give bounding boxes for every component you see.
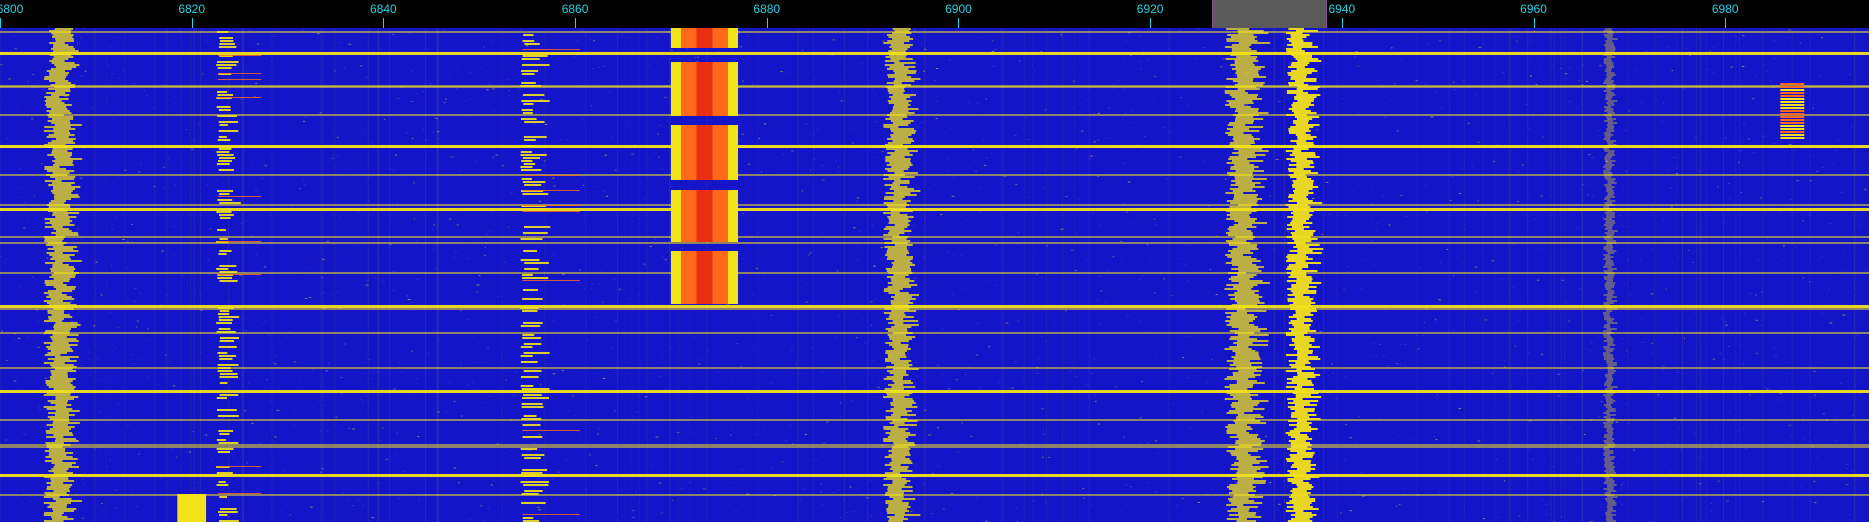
signal-6873-strong <box>670 28 739 304</box>
passband-marker[interactable] <box>1212 0 1328 28</box>
tick-mark-6800 <box>0 18 1 28</box>
signal-6823-bottom-burst <box>177 494 207 522</box>
tick-mark-6880 <box>766 18 768 28</box>
tick-mark-6920 <box>1150 18 1152 28</box>
tick-label-6860: 6860 <box>561 2 589 16</box>
tick-mark-6860 <box>575 18 577 28</box>
tick-mark-6960 <box>1533 18 1535 28</box>
signal-6855 <box>520 34 580 522</box>
tick-label-6840: 6840 <box>370 2 397 16</box>
tick-mark-6940 <box>1341 18 1343 28</box>
tick-mark-6980 <box>1725 18 1727 28</box>
tick-label-6820: 6820 <box>178 2 206 16</box>
tick-label-6920: 6920 <box>1136 2 1164 16</box>
tick-label-6960: 6960 <box>1520 2 1547 16</box>
horizontal-lines <box>0 31 1869 496</box>
waterfall-display[interactable] <box>0 28 1869 522</box>
signal-6823 <box>216 31 262 522</box>
tick-mark-6820 <box>191 18 193 28</box>
tick-label-6940: 6940 <box>1328 2 1356 16</box>
tick-label-6880: 6880 <box>753 2 781 16</box>
tick-label-6800: 6800 <box>0 2 24 16</box>
tick-mark-6840 <box>383 18 385 28</box>
waterfall-canvas <box>0 28 1869 522</box>
tick-label-6980: 6980 <box>1711 2 1739 16</box>
tick-mark-6900 <box>958 18 960 28</box>
tick-label-6900: 6900 <box>945 2 972 16</box>
frequency-scale[interactable]: 6800 6820 6840 6860 6880 6900 6920 6940 6960 6980 <box>0 0 1869 28</box>
